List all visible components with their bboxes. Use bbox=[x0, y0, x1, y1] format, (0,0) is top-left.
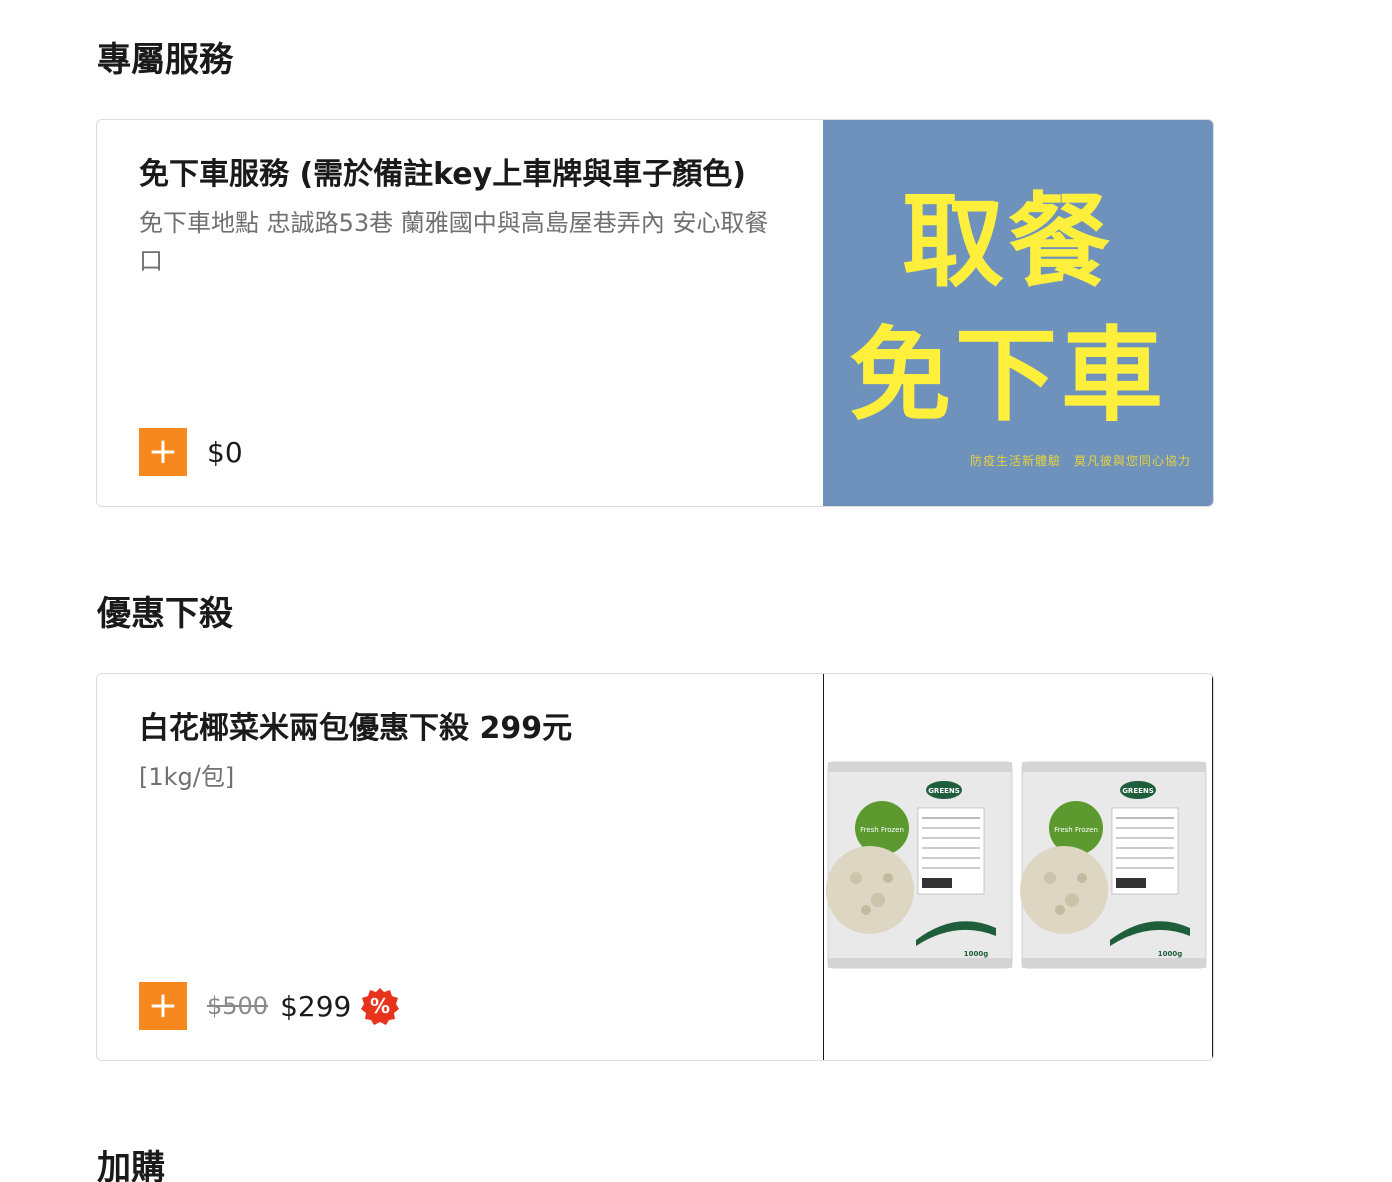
product-pack-image: GREENS Fresh Frozen 1000g bbox=[826, 761, 1013, 969]
original-price: $500 bbox=[207, 992, 269, 1020]
pack-tag: Fresh Frozen bbox=[1054, 826, 1098, 834]
pack-brand: GREENS bbox=[1122, 787, 1154, 795]
menu-item-price: $0 bbox=[207, 435, 243, 469]
menu-item-card-drive-thru[interactable]: 免下車服務 (需於備註key上車牌與車子顏色) 免下車地點 忠誠路53巷 蘭雅國… bbox=[96, 119, 1214, 507]
add-to-cart-button[interactable]: + bbox=[139, 428, 187, 476]
product-pack-image: GREENS Fresh Frozen 1000g bbox=[1020, 761, 1207, 969]
menu-item-name: 免下車服務 (需於備註key上車牌與車子顏色) bbox=[139, 157, 746, 192]
menu-item-footer: + $0 bbox=[139, 428, 243, 476]
menu-item-card-cauliflower-rice[interactable]: 白花椰菜米兩包優惠下殺 299元 [1kg/包] + $500 $299 % G… bbox=[96, 673, 1214, 1061]
menu-item-name: 白花椰菜米兩包優惠下殺 299元 bbox=[139, 711, 573, 746]
menu-item-footer: + $500 $299 % bbox=[139, 982, 400, 1030]
menu-item-image-cauliflower-rice[interactable]: GREENS Fresh Frozen 1000g GREENS Fresh F… bbox=[823, 674, 1213, 1060]
pack-brand: GREENS bbox=[928, 787, 960, 795]
menu-item-description: [1kg/包] bbox=[139, 762, 235, 791]
discount-badge-label: % bbox=[370, 994, 390, 1018]
promo-text-pickup: 取餐 bbox=[902, 183, 1114, 302]
discount-badge-icon: % bbox=[361, 987, 400, 1025]
pack-weight: 1000g bbox=[1158, 950, 1183, 958]
sale-price: $299 bbox=[280, 989, 352, 1023]
pack-weight: 1000g bbox=[964, 950, 989, 958]
add-to-cart-button[interactable]: + bbox=[139, 982, 187, 1030]
promo-text-drive-thru: 免下車 bbox=[849, 317, 1167, 436]
section-title-deals: 優惠下殺 bbox=[97, 594, 233, 634]
pack-tag: Fresh Frozen bbox=[860, 826, 904, 834]
menu-item-image-drive-thru[interactable]: 取餐 免下車 防疫生活新體驗 莫凡彼與您同心協力 bbox=[823, 120, 1213, 506]
promo-caption: 防疫生活新體驗 莫凡彼與您同心協力 bbox=[969, 454, 1191, 468]
menu-item-description: 免下車地點 忠誠路53巷 蘭雅國中與高島屋巷弄內 安心取餐口 bbox=[139, 208, 769, 275]
section-title-addons: 加購 bbox=[97, 1148, 165, 1182]
section-title-exclusive: 專屬服務 bbox=[97, 40, 233, 80]
menu-page: 專屬服務 免下車服務 (需於備註key上車牌與車子顏色) 免下車地點 忠誠路53… bbox=[0, 0, 1392, 1182]
